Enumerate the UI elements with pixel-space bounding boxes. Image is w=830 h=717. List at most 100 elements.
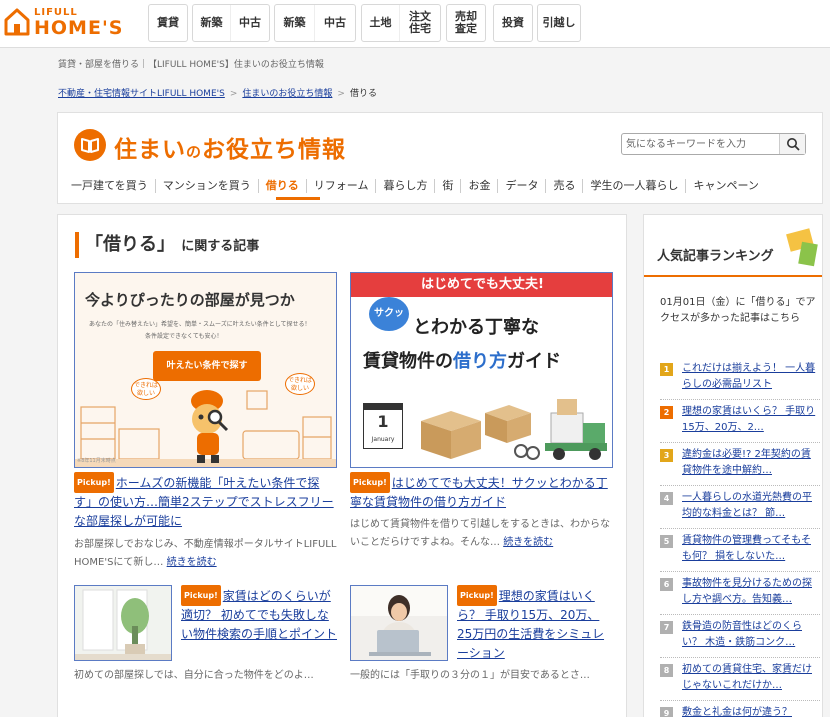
article-image[interactable] xyxy=(74,585,172,661)
breadcrumb-useful-info[interactable]: 住まいのお役立ち情報 xyxy=(242,89,332,99)
site-header-card: 住まいのお役立ち情報 一戸建てを買う マンションを買う 借りる リフォーム 暮ら… xyxy=(57,112,823,204)
page-subtitle: 賃貸・部屋を借りる｜【LIFULL HOME'S】住まいのお役立ち情報 xyxy=(58,60,324,70)
boxes-and-truck-illustration xyxy=(421,399,607,460)
pickup-badge: Pickup! xyxy=(350,472,390,493)
ranking-header: 人気記事ランキング xyxy=(644,215,822,275)
nav-rent[interactable]: 賃貸 xyxy=(149,5,187,41)
rank-number-badge: 1 xyxy=(660,363,673,376)
ranking-title-link[interactable]: 一人暮らしの水道光熱費の平均的な料金とは？ 節… xyxy=(682,490,820,522)
article-title-link[interactable]: Pickup! はじめてでも大丈夫！サクッとわかる丁寧な賃貸物件の借り方ガイド xyxy=(350,472,613,512)
nav-group-mansion: 新築 中古 xyxy=(192,4,270,42)
rank-number-badge: 6 xyxy=(660,578,673,591)
category-buy-mansion[interactable]: マンションを買う xyxy=(154,179,258,193)
breadcrumb: 不動産・住宅情報サイトLIFULL HOME'S > 住まいのお役立ち情報 > 借りる xyxy=(58,86,377,99)
article-image[interactable]: 今よりぴったりの部屋が見つか あなたの「住み替えたい」希望を、簡単・スムーズに叶… xyxy=(74,272,337,468)
rank-number-badge: 7 xyxy=(660,621,673,634)
category-data[interactable]: データ xyxy=(497,179,545,193)
nav-group-house: 新築 中古 xyxy=(274,4,356,42)
section-title-sub: に関する記事 xyxy=(181,239,260,254)
nav-custom-home[interactable]: 注文 住宅 xyxy=(400,5,440,41)
rank-number-badge: 5 xyxy=(660,535,673,548)
window-plant-photo xyxy=(75,586,171,660)
house-logo-icon xyxy=(4,8,30,36)
main-content: 「借りる」 に関する記事 今よりぴったりの部屋が見つか あなたの「住み替えたい」… xyxy=(57,214,627,717)
pickup-badge: Pickup! xyxy=(181,585,221,606)
image-line1: とわかる丁寧な xyxy=(413,317,539,338)
nav-house-used[interactable]: 中古 xyxy=(315,5,355,41)
article-description: はじめて賃貸物件を借りて引越しをするときは、わからないことだらけですよね。そんな… xyxy=(350,516,613,552)
category-town[interactable]: 街 xyxy=(434,179,460,193)
nav-mansion-new[interactable]: 新築 xyxy=(193,5,231,41)
rank-number-badge: 2 xyxy=(660,406,673,419)
search-box xyxy=(621,133,806,155)
search-button[interactable] xyxy=(779,134,805,154)
ranking-title-link[interactable]: 敷金と礼金は何が違う？ xyxy=(682,705,820,717)
article-card[interactable]: Pickup! 理想の家賃はいくら？ 手取り15万、20万、25万円の生活費をシミ… xyxy=(350,585,613,695)
ranking-header-underline xyxy=(644,275,822,277)
site-title[interactable]: 住まいのお役立ち情報 xyxy=(114,130,346,164)
nav-house-new[interactable]: 新築 xyxy=(275,5,315,41)
site-title-a: 住まい xyxy=(114,137,186,163)
read-more-link[interactable]: 続きを読む xyxy=(503,537,553,548)
rank-number-badge: 8 xyxy=(660,664,673,677)
read-more-link[interactable]: 続きを読む xyxy=(167,557,217,568)
ranking-divider xyxy=(660,399,820,400)
breadcrumb-current: 借りる xyxy=(349,89,377,99)
ranking-title-link[interactable]: 違約金は必要!? 2年契約の賃貸物件を途中解約… xyxy=(682,447,820,479)
nav-sell-assess[interactable]: 売却 査定 xyxy=(447,5,485,41)
nav-mansion-used[interactable]: 中古 xyxy=(231,5,269,41)
image-line2-b: 借り方 xyxy=(453,351,507,372)
ranking-title-link[interactable]: 賃貸物件の管理費ってそもそも何？ 損をしないた… xyxy=(682,533,820,565)
image-heading: 今よりぴったりの部屋が見つか xyxy=(85,291,295,309)
breadcrumb-home[interactable]: 不動産・住宅情報サイトLIFULL HOME'S xyxy=(58,89,225,99)
image-text: 条件設定できなくても安心！ xyxy=(145,333,223,340)
article-card[interactable]: はじめてでも大丈夫! サクッ とわかる丁寧な 賃貸物件の借り方ガイド 1 Jan… xyxy=(350,272,613,562)
image-banner: はじめてでも大丈夫! xyxy=(351,273,612,297)
article-image[interactable]: はじめてでも大丈夫! サクッ とわかる丁寧な 賃貸物件の借り方ガイド 1 Jan… xyxy=(350,272,613,468)
category-rent[interactable]: 借りる xyxy=(257,179,306,193)
category-sell[interactable]: 売る xyxy=(545,179,582,193)
book-icon xyxy=(74,129,106,161)
image-bubble: サクッ xyxy=(369,297,409,331)
article-description: 初めての部屋探しでは、自分に合った物件をどのよ… xyxy=(74,670,314,681)
ranking-title-link[interactable]: 初めての賃貸住宅、家賃だけじゃないこれだけか… xyxy=(682,662,820,694)
article-card[interactable]: 今よりぴったりの部屋が見つか あなたの「住み替えたい」希望を、簡単・スムーズに叶… xyxy=(74,272,337,568)
calendar-month: January xyxy=(371,436,395,443)
article-title-link[interactable]: Pickup! 家賃はどのくらいが適切？ 初めてでも失敗しない物件検索の手順とポイ… xyxy=(181,585,337,644)
ranking-divider xyxy=(660,528,820,529)
lifull-homes-logo[interactable]: LIFULL HOME'S xyxy=(4,6,140,40)
category-lifestyle[interactable]: 暮らし方 xyxy=(375,179,434,193)
category-campaign[interactable]: キャンペーン xyxy=(685,179,765,193)
ranking-divider xyxy=(660,657,820,658)
category-buy-house[interactable]: 一戸建てを買う xyxy=(64,179,155,193)
breadcrumb-separator: > xyxy=(337,89,345,99)
nav-land[interactable]: 土地 xyxy=(362,5,400,41)
article-title-link[interactable]: Pickup! ホームズの新機能「叶えたい条件で探す」の使い方…簡単2ステップでス… xyxy=(74,472,337,531)
article-card[interactable]: Pickup! 家賃はどのくらいが適切？ 初めてでも失敗しない物件検索の手順とポイ… xyxy=(74,585,337,695)
rank-number-badge: 9 xyxy=(660,707,673,717)
ranking-title-link[interactable]: 鉄骨造の防音性はどのくらい？ 木造・鉄筋コンク… xyxy=(682,619,820,651)
category-nav: 一戸建てを買う マンションを買う 借りる リフォーム 暮らし方 街 お金 データ… xyxy=(64,177,766,195)
nav-group-sell: 売却 査定 xyxy=(446,4,486,42)
rank-number-badge: 4 xyxy=(660,492,673,505)
nav-invest[interactable]: 投資 xyxy=(494,5,532,41)
article-title-link[interactable]: Pickup! 理想の家賃はいくら？ 手取り15万、20万、25万円の生活費をシミ… xyxy=(457,585,613,663)
search-icon xyxy=(787,138,800,151)
ranking-divider xyxy=(660,700,820,701)
calendar-icon: 1 January xyxy=(363,403,403,449)
article-image[interactable] xyxy=(350,585,448,661)
ranking-note: 01月01日（金）に「借りる」でアクセスが多かった記事はこちら xyxy=(660,297,816,324)
category-reform[interactable]: リフォーム xyxy=(305,179,376,193)
nav-group-land: 土地 注文 住宅 xyxy=(361,4,441,42)
search-input[interactable] xyxy=(626,136,776,152)
ranking-title-link[interactable]: 理想の家賃はいくら？ 手取り15万、20万、2… xyxy=(682,404,820,436)
nav-group-moving: 引越し xyxy=(537,4,581,42)
ranking-divider xyxy=(660,485,820,486)
category-money[interactable]: お金 xyxy=(460,179,497,193)
ranking-title-link[interactable]: これだけは揃えよう！ 一人暮らしの必需品リスト xyxy=(682,361,820,393)
nav-moving[interactable]: 引越し xyxy=(538,5,580,41)
category-student-living[interactable]: 学生の一人暮らし xyxy=(582,179,685,193)
image-line2-a: 賃貸物件の xyxy=(363,351,453,372)
logo-bottom-text: HOME'S xyxy=(34,17,124,39)
ranking-title-link[interactable]: 事故物件を見分けるための探し方や調べ方。告知義… xyxy=(682,576,820,608)
